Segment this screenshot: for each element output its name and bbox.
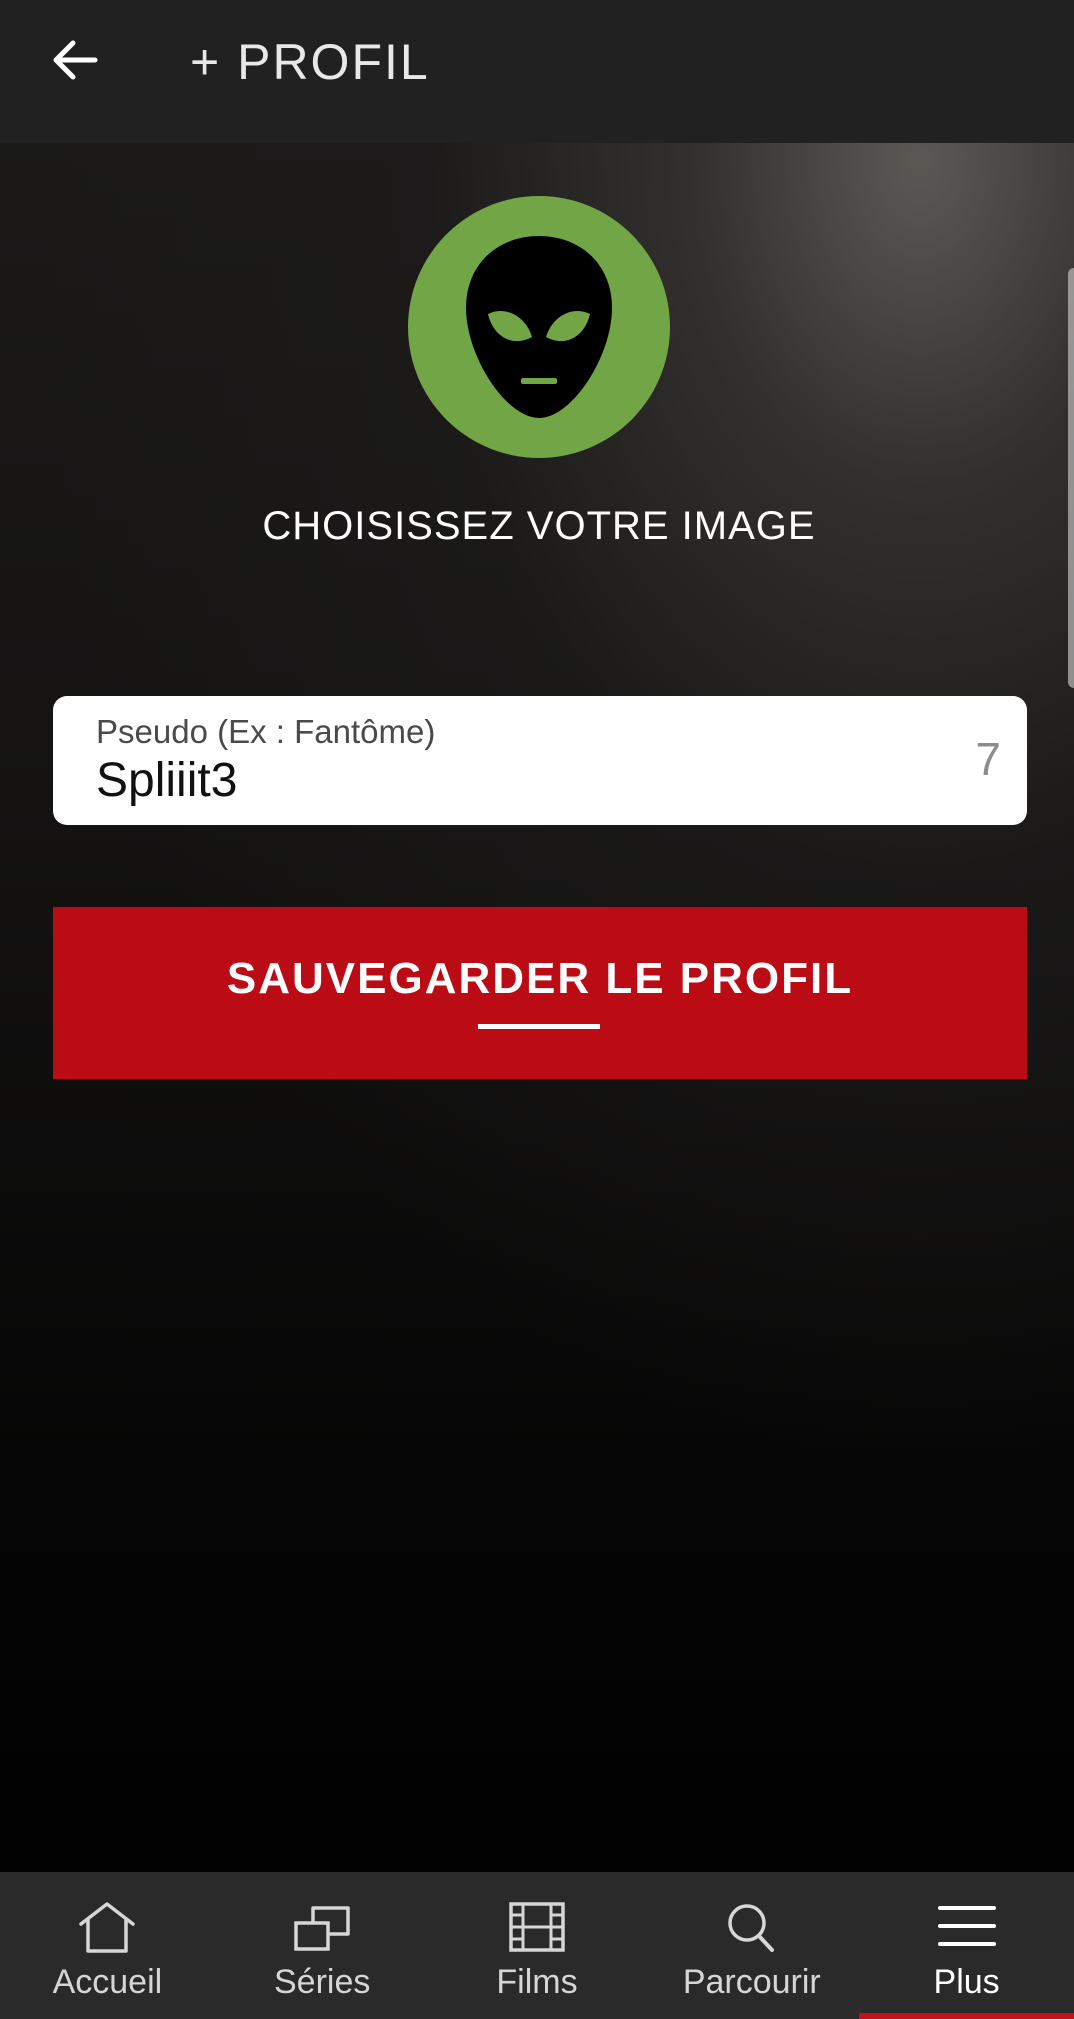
profile-avatar[interactable] bbox=[408, 196, 670, 458]
nav-item-films[interactable]: Films bbox=[430, 1872, 645, 2019]
pseudo-field-value[interactable]: Spliiit3 bbox=[96, 752, 237, 810]
alien-icon bbox=[466, 236, 612, 418]
back-button[interactable] bbox=[40, 25, 110, 95]
nav-label-series: Séries bbox=[274, 1963, 371, 2001]
choose-image-label[interactable]: CHOISISSEZ VOTRE IMAGE bbox=[0, 498, 1074, 554]
series-icon bbox=[294, 1906, 350, 1951]
nav-label-plus: Plus bbox=[933, 1963, 1000, 2001]
nav-item-parcourir[interactable]: Parcourir bbox=[644, 1872, 859, 2019]
arrow-left-icon bbox=[53, 40, 98, 80]
app-header: + PROFIL bbox=[0, 0, 1074, 143]
scroll-edge-indicator bbox=[1068, 268, 1074, 688]
nav-label-accueil: Accueil bbox=[52, 1963, 163, 2001]
focus-underline bbox=[478, 1024, 600, 1029]
pseudo-field-label: Pseudo (Ex : Fantôme) bbox=[96, 713, 436, 750]
save-profile-button[interactable]: SAUVEGARDER LE PROFIL bbox=[53, 907, 1027, 1079]
save-profile-label: SAUVEGARDER LE PROFIL bbox=[226, 954, 854, 1003]
nav-item-plus[interactable]: Plus bbox=[859, 1872, 1074, 2019]
active-tab-indicator bbox=[859, 2013, 1074, 2019]
nav-label-parcourir: Parcourir bbox=[682, 1963, 821, 2001]
nav-item-series[interactable]: Séries bbox=[215, 1872, 430, 2019]
nav-item-accueil[interactable]: Accueil bbox=[0, 1872, 215, 2019]
search-icon bbox=[728, 1904, 774, 1952]
pseudo-input[interactable]: Pseudo (Ex : Fantôme) Spliiit3 7 bbox=[53, 696, 1027, 825]
film-icon bbox=[509, 1902, 565, 1952]
bottom-navigation: Accueil Séries Films Parcourir Plus bbox=[0, 1872, 1074, 2019]
home-icon bbox=[79, 1902, 136, 1953]
character-counter: 7 bbox=[975, 733, 1001, 785]
menu-icon bbox=[937, 1906, 996, 1946]
page-title: + PROFIL bbox=[190, 34, 430, 90]
nav-label-films: Films bbox=[496, 1963, 578, 2001]
